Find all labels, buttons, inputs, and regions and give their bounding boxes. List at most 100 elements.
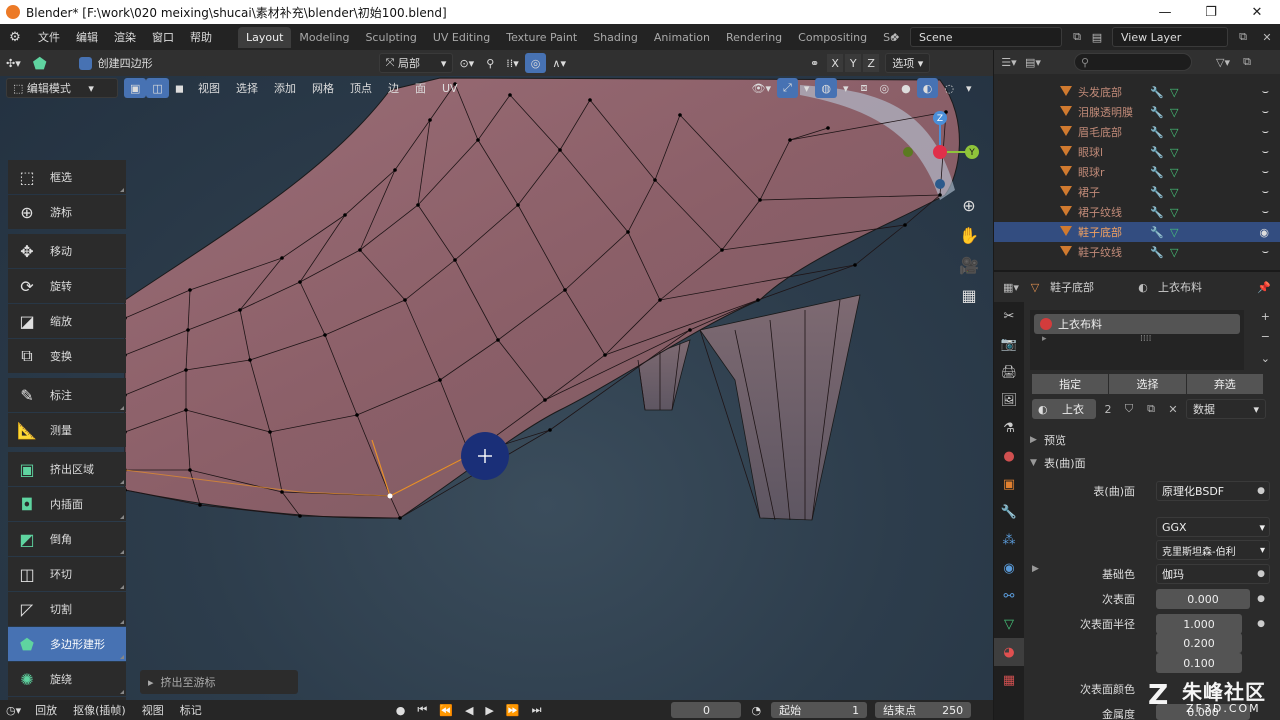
outliner-search-input[interactable]: ⚲	[1074, 53, 1192, 71]
menu-view[interactable]: 视图	[134, 702, 172, 718]
new-scene-icon[interactable]: ⧉	[1068, 28, 1086, 46]
tool-scale[interactable]: ◪ 缩放	[8, 304, 126, 338]
link-socket-icon[interactable]: ●	[1254, 564, 1268, 584]
subsurface-radius-y[interactable]: 0.200	[1156, 633, 1242, 653]
tab-animation[interactable]: Animation	[646, 27, 718, 48]
particles-tab-icon[interactable]: ⁂	[994, 526, 1024, 554]
visibility-eye-icon[interactable]: ⌣	[1262, 105, 1269, 119]
tab-layout[interactable]: Layout	[238, 26, 292, 48]
timeline-editor-icon[interactable]: ◷▾	[0, 700, 27, 720]
checkbox-icon[interactable]	[78, 56, 92, 70]
new-view-layer-icon[interactable]: ⧉	[1234, 28, 1252, 46]
falloff-icon[interactable]: ∧▾	[546, 53, 572, 73]
outliner-row[interactable]: 泪腺透明膜 🔧 ▽ ⌣	[994, 102, 1280, 122]
transform-orientation-dropdown[interactable]: ⤧ 局部 ▾	[378, 53, 454, 73]
mirror-icon[interactable]: ⚭	[804, 53, 825, 73]
close-icon[interactable]: ✕	[1234, 0, 1280, 24]
surface-shader-field[interactable]: 原理化BSDF	[1156, 481, 1270, 501]
modifier-wrench-icon[interactable]: 🔧	[1150, 146, 1170, 159]
pin-icon[interactable]: 📌	[1255, 278, 1273, 296]
mode-dropdown[interactable]: ⬚ 编辑模式 ▾	[6, 78, 118, 98]
3d-viewport[interactable]: Z Y ✣▾ ⬟ 创建四边形 ⤧ 局部 ▾ ⊙▾ ⚲ ⁞⁞▾ ◎ ∧▾ ⚭ X …	[0, 50, 993, 700]
mesh-data-icon[interactable]: ▽	[1170, 146, 1190, 159]
start-frame-field[interactable]: 起始 1	[771, 702, 868, 718]
minimize-icon[interactable]: —	[1142, 0, 1188, 24]
next-key-icon[interactable]: ⏩	[500, 700, 526, 720]
gizmo-toggle-icon[interactable]: ⤢	[777, 78, 798, 98]
tab-compositing[interactable]: Compositing	[790, 27, 875, 48]
modifier-wrench-icon[interactable]: 🔧	[1150, 86, 1170, 99]
material-shading-icon[interactable]: ◐	[916, 78, 939, 98]
distribution-dropdown[interactable]: GGX ▾	[1156, 517, 1270, 537]
vertex-select-icon[interactable]: ▣	[124, 78, 147, 98]
create-quads-toggle[interactable]: 创建四边形	[73, 53, 159, 73]
modifier-tab-icon[interactable]: 🔧	[994, 498, 1024, 526]
close-icon[interactable]: ✕	[1258, 28, 1276, 46]
zoom-icon[interactable]: ⊕	[955, 190, 983, 220]
world-tab-icon[interactable]: ●	[994, 442, 1024, 470]
menu-face[interactable]: 面	[407, 80, 434, 96]
modifier-wrench-icon[interactable]: 🔧	[1150, 166, 1170, 179]
mesh-data-icon[interactable]: ▽	[1170, 246, 1190, 259]
constraints-tab-icon[interactable]: ⚯	[994, 582, 1024, 610]
tool-annotate[interactable]: ✎ 标注	[8, 378, 126, 412]
scene-icon[interactable]: ❖	[886, 28, 904, 46]
tab-modeling[interactable]: Modeling	[291, 27, 357, 48]
filter-icon[interactable]: ▽▾	[1214, 53, 1232, 71]
user-count[interactable]: 2	[1100, 403, 1116, 416]
tab-shading[interactable]: Shading	[585, 27, 646, 48]
clock-icon[interactable]: ◔	[745, 700, 767, 720]
maximize-icon[interactable]: ❐	[1188, 0, 1234, 24]
deselect-button[interactable]: 弃选	[1186, 374, 1264, 394]
menu-edit[interactable]: 编辑	[68, 29, 106, 45]
pan-hand-icon[interactable]: ✋	[955, 220, 983, 250]
modifier-wrench-icon[interactable]: 🔧	[1150, 246, 1170, 259]
subsurface-radius-x[interactable]: 1.000	[1156, 614, 1242, 634]
editor-type-icon[interactable]: ✣▾	[0, 53, 27, 73]
record-icon[interactable]: ●	[390, 700, 412, 720]
duplicate-icon[interactable]: ⧉	[1142, 400, 1160, 418]
remove-slot-icon[interactable]: −	[1261, 330, 1270, 343]
visibility-eye-icon[interactable]: ⌣	[1262, 185, 1269, 199]
link-socket-icon[interactable]: ●	[1254, 481, 1268, 501]
menu-keying[interactable]: 抠像(插帧)	[65, 702, 134, 718]
solid-shading-icon[interactable]: ●	[895, 78, 917, 98]
tab-texture-paint[interactable]: Texture Paint	[498, 27, 585, 48]
xray-icon[interactable]: ⧈	[855, 78, 874, 98]
snap-icon[interactable]: ⚲	[480, 53, 500, 73]
active-tool-icon[interactable]: ⬟	[27, 53, 53, 73]
axis-z-toggle[interactable]: Z	[863, 54, 880, 72]
outliner[interactable]: ☰▾ ▤▾ ⚲ ▽▾ ⧉ 头发底部 🔧 ▽ ⌣ 泪腺透明膜 🔧 ▽ ⌣ 眉毛底部 🔧 ▽ ⌣ 眼球l 🔧 ▽…	[993, 50, 1280, 270]
resize-handle-icon[interactable]: ⁞⁞⁞⁞	[1140, 334, 1151, 344]
subsurface-field[interactable]: 0.000	[1156, 589, 1250, 609]
overlay-icon[interactable]: ▾	[798, 78, 816, 98]
outliner-row[interactable]: 眉毛底部 🔧 ▽ ⌣	[994, 122, 1280, 142]
new-collection-icon[interactable]: ⧉	[1238, 53, 1256, 71]
output-tab-icon[interactable]: 🖨	[994, 358, 1024, 386]
grid-perspective-icon[interactable]: ▦	[955, 280, 983, 310]
texture-tab-icon[interactable]: ▦	[994, 666, 1024, 694]
visibility-eye-icon[interactable]: ⌣	[1262, 205, 1269, 219]
visibility-icon[interactable]: 👁▾	[746, 78, 778, 98]
current-frame-field[interactable]: 0	[671, 702, 742, 718]
menu-vertex[interactable]: 顶点	[342, 80, 380, 96]
outliner-row[interactable]: 裙子纹线 🔧 ▽ ⌣	[994, 202, 1280, 222]
operator-panel[interactable]: ▸ 挤出至游标	[140, 670, 298, 694]
scene-field[interactable]: Scene	[910, 27, 1062, 47]
link-socket-icon[interactable]: ●	[1254, 614, 1268, 634]
link-socket-icon[interactable]: ●	[1254, 589, 1268, 609]
expand-base-color-icon[interactable]: ▶	[1032, 564, 1039, 574]
camera-icon[interactable]: 🎥	[955, 250, 983, 280]
material-tab-icon[interactable]: ◕	[994, 638, 1024, 666]
visibility-eye-icon[interactable]: ⌣	[1262, 165, 1269, 179]
rendered-shading-icon[interactable]: ◌	[938, 78, 960, 98]
play-reverse-icon[interactable]: ◀	[459, 700, 479, 720]
outliner-row[interactable]: 眼球r 🔧 ▽ ⌣	[994, 162, 1280, 182]
mesh-data-icon[interactable]: ▽	[1170, 186, 1190, 199]
options-dropdown[interactable]: 选项 ▾	[885, 53, 931, 73]
view-layer-tab-icon[interactable]: 🖼	[994, 386, 1024, 414]
add-slot-icon[interactable]: +	[1261, 310, 1270, 323]
view-layer-icon[interactable]: ▤	[1088, 28, 1106, 46]
modifier-wrench-icon[interactable]: 🔧	[1150, 126, 1170, 139]
select-button[interactable]: 选择	[1109, 374, 1187, 394]
